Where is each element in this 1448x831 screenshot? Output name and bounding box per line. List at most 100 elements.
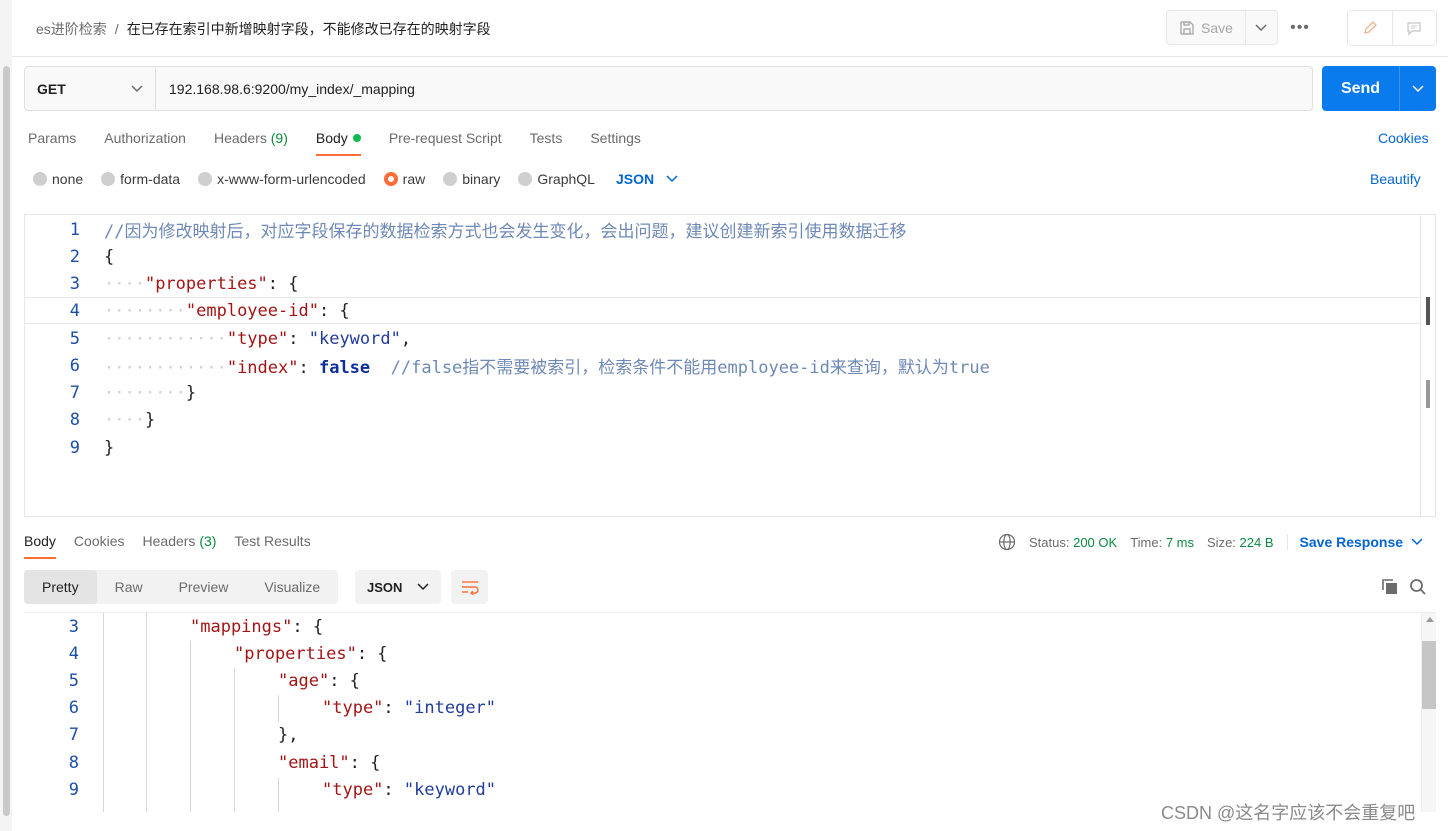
- view-visualize[interactable]: Visualize: [246, 570, 338, 604]
- code-string: "integer": [403, 697, 497, 718]
- send-options-button[interactable]: [1399, 66, 1436, 111]
- scroll-up-arrow-icon[interactable]: [1426, 617, 1434, 622]
- radio-graphql[interactable]: [518, 172, 533, 186]
- method-select[interactable]: GET: [25, 67, 156, 110]
- request-header: es进阶检索 / 在已存在索引中新增映射字段，不能修改已存在的映射字段 Save…: [12, 0, 1448, 57]
- time-label: Time:: [1130, 534, 1163, 550]
- response-status-bar: Status: 200 OK Time: 7 ms Size: 224 B Sa…: [998, 533, 1423, 551]
- tab-body[interactable]: Body: [315, 130, 361, 156]
- radio-raw[interactable]: [383, 172, 398, 186]
- code-key: "type": [322, 697, 384, 718]
- body-type-binary[interactable]: binary: [443, 171, 500, 187]
- chevron-down-icon: [417, 583, 429, 591]
- code-text: }: [185, 382, 197, 403]
- radio-binary[interactable]: [443, 172, 458, 186]
- code-line: 6 ············"index": false //false指不需要被…: [69, 355, 990, 379]
- code-text: },: [278, 724, 299, 745]
- body-type-graphql[interactable]: GraphQL: [518, 171, 595, 187]
- watermark: CSDN @这名字应该不会重复吧: [1161, 803, 1416, 823]
- radio-none[interactable]: [33, 172, 47, 186]
- raw-format-select[interactable]: JSON: [616, 171, 678, 187]
- tab-params[interactable]: Params: [28, 130, 76, 156]
- resp-tab-test-results[interactable]: Test Results: [234, 533, 310, 559]
- size-label: Size:: [1207, 534, 1236, 550]
- code-line: 1//因为修改映射后，对应字段保存的数据检索方式也会发生变化，会出问题，建议创建…: [25, 216, 1420, 243]
- size-info[interactable]: Size: 224 B: [1207, 535, 1274, 550]
- comment-icon[interactable]: [1393, 11, 1437, 45]
- more-actions-button[interactable]: •••: [1288, 14, 1312, 42]
- code-key: "index": [226, 358, 299, 378]
- code-line: 9}: [69, 437, 115, 458]
- view-preview[interactable]: Preview: [161, 570, 247, 604]
- radio-form-data[interactable]: [101, 172, 116, 186]
- response-body-viewer[interactable]: 3 "mappings": { 4 "properties": { 5 "age": …: [24, 612, 1436, 812]
- resp-tab-body[interactable]: Body: [24, 533, 56, 559]
- code-string: "keyword": [308, 328, 401, 349]
- tab-settings[interactable]: Settings: [590, 130, 641, 156]
- save-options-button[interactable]: [1244, 11, 1277, 44]
- code-text: : {: [267, 273, 299, 294]
- request-body-editor[interactable]: 1//因为修改映射后，对应字段保存的数据检索方式也会发生变化，会出问题，建议创建…: [24, 214, 1436, 517]
- save-button[interactable]: Save: [1167, 11, 1245, 44]
- time-value: 7 ms: [1165, 534, 1195, 550]
- code-line: 5 ············"type": "keyword",: [69, 328, 412, 349]
- tab-tests[interactable]: Tests: [530, 130, 563, 156]
- left-scrollbar-thumb[interactable]: [3, 66, 10, 816]
- code-string: "keyword": [403, 779, 497, 800]
- view-raw[interactable]: Raw: [97, 570, 161, 604]
- chevron-down-icon: [666, 175, 678, 183]
- tab-prerequest-script[interactable]: Pre-request Script: [389, 130, 502, 156]
- status-label: Status:: [1029, 534, 1070, 550]
- chevron-down-icon: [131, 84, 143, 92]
- chevron-down-icon: [1255, 23, 1267, 31]
- breadcrumb-collection[interactable]: es进阶检索: [36, 19, 107, 39]
- body-type-raw[interactable]: raw: [383, 171, 425, 187]
- breadcrumb-request-name[interactable]: 在已存在索引中新增映射字段，不能修改已存在的映射字段: [127, 19, 491, 39]
- response-scrollbar[interactable]: [1421, 613, 1436, 812]
- code-comment: //false指不需要被索引，检索条件不能用employee-id来查询，默认为…: [390, 358, 990, 378]
- send-button[interactable]: Send: [1322, 66, 1399, 111]
- response-scrollbar-thumb[interactable]: [1422, 641, 1436, 709]
- save-button-group: Save: [1166, 10, 1278, 45]
- code-key: "mappings": [190, 616, 293, 637]
- chevron-down-icon: [1412, 84, 1424, 92]
- view-pretty[interactable]: Pretty: [24, 570, 97, 604]
- body-type-form-data[interactable]: form-data: [101, 171, 180, 187]
- resp-tab-headers-label: Headers: [142, 533, 196, 549]
- code-comment: //因为修改映射后，对应字段保存的数据检索方式也会发生变化，会出问题，建议创建新…: [104, 222, 907, 242]
- time-info[interactable]: Time: 7 ms: [1130, 535, 1194, 550]
- url-bar: GET 192.168.98.6:9200/my_index/_mapping: [24, 66, 1313, 111]
- body-type-none[interactable]: none: [33, 171, 83, 187]
- search-icon[interactable]: [1409, 578, 1427, 596]
- label-graphql: GraphQL: [537, 171, 595, 187]
- cookies-link[interactable]: Cookies: [1378, 130, 1429, 146]
- code-text: {: [104, 246, 115, 267]
- resp-tab-headers-count: (3): [199, 533, 217, 549]
- code-key: "type": [226, 328, 289, 349]
- radio-urlencoded[interactable]: [198, 172, 213, 186]
- tab-authorization[interactable]: Authorization: [104, 130, 186, 156]
- status-info[interactable]: Status: 200 OK: [1029, 535, 1117, 550]
- code-line: 8 "email": {: [68, 752, 381, 773]
- code-line: 7},: [68, 724, 299, 745]
- wrap-lines-button[interactable]: [451, 570, 488, 604]
- response-format-select[interactable]: JSON: [355, 570, 441, 604]
- url-input[interactable]: 192.168.98.6:9200/my_index/_mapping: [156, 67, 1312, 110]
- tab-headers[interactable]: Headers (9): [214, 130, 288, 156]
- label-form-data: form-data: [120, 171, 181, 187]
- save-response-button[interactable]: Save Response: [1286, 534, 1424, 550]
- side-panel-toggles: [1347, 10, 1437, 46]
- beautify-button[interactable]: Beautify: [1370, 171, 1421, 187]
- globe-icon[interactable]: [998, 533, 1016, 551]
- copy-icon[interactable]: [1381, 578, 1399, 596]
- pencil-icon[interactable]: [1348, 11, 1393, 45]
- code-text: }: [104, 437, 115, 458]
- code-line: 7 ········}: [69, 382, 197, 403]
- body-type-urlencoded[interactable]: x-www-form-urlencoded: [198, 171, 366, 187]
- editor-scrollbar[interactable]: [1420, 215, 1435, 516]
- label-binary: binary: [462, 171, 501, 187]
- resp-tab-headers[interactable]: Headers (3): [143, 533, 217, 559]
- left-scrollbar[interactable]: [0, 0, 12, 831]
- resp-tab-cookies[interactable]: Cookies: [74, 533, 125, 559]
- code-line: 2{: [69, 246, 115, 267]
